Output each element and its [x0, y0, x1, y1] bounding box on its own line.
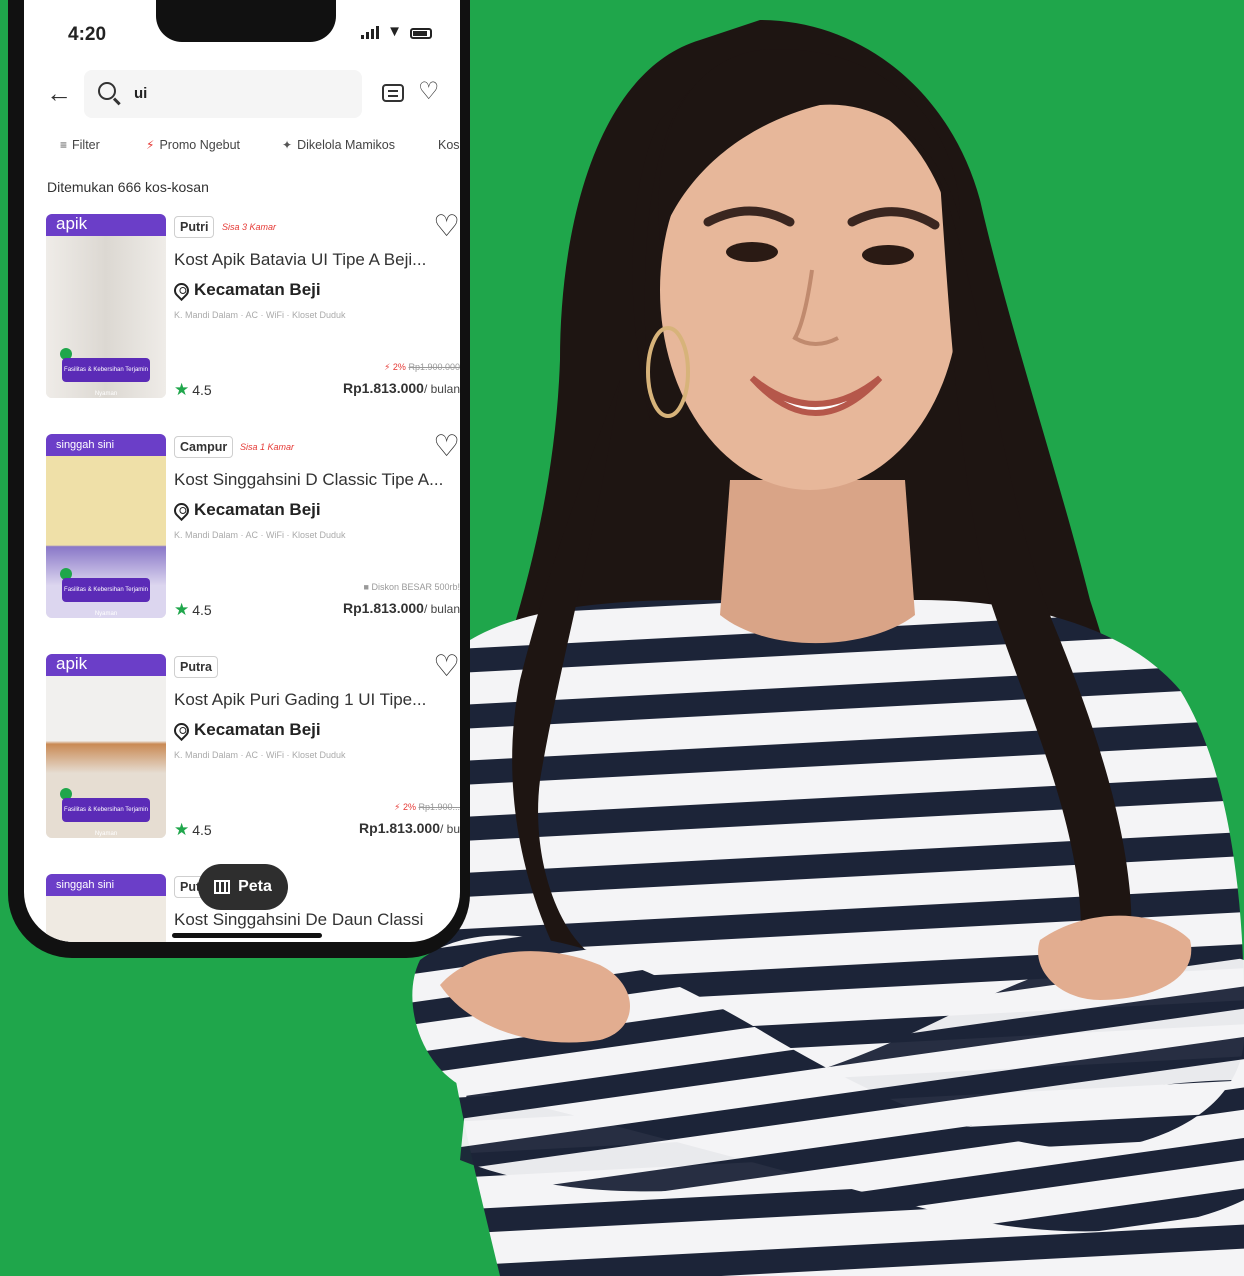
brand-badge: apik — [46, 214, 166, 236]
lightning-icon: ⚡ — [146, 138, 155, 152]
home-indicator — [172, 933, 322, 938]
heart-icon[interactable]: ♡ — [433, 212, 460, 242]
brand-badge: apik — [46, 654, 166, 676]
location-pin-icon — [170, 719, 193, 741]
listing-photo: singgah sini Fasilitas & Kebersihan Terj… — [46, 434, 166, 618]
listing-title: Kost Apik Batavia UI Tipe A Beji... — [174, 250, 427, 269]
listing-photo: singgah sini — [46, 874, 166, 942]
map-icon — [214, 880, 231, 894]
signal-icon — [361, 26, 380, 39]
chip-label: Promo Ngebut — [159, 138, 241, 152]
promo-info: ⚡ 2% Rp1.900.000 — [384, 362, 460, 372]
chip-dikelola-mamikos[interactable]: ✦ Dikelola Mamikos — [282, 138, 395, 152]
chip-label: Filter — [72, 138, 100, 152]
map-button[interactable]: Peta — [198, 864, 288, 910]
chip-label: Kos — [438, 138, 460, 152]
guarantee-badge: Fasilitas & Kebersihan Terjamin Nyaman — [62, 578, 150, 617]
map-button-label: Peta — [238, 878, 272, 895]
listing-card[interactable]: singgah sini Fasilitas & Kebersihan Terj… — [46, 432, 460, 620]
search-value: ui — [134, 85, 148, 102]
chip-filter[interactable]: ≡ Filter — [60, 138, 100, 152]
filter-icon: ≡ — [60, 138, 68, 152]
brand-badge: singgah sini — [46, 874, 166, 896]
wifi-icon: ▼ — [387, 23, 402, 40]
filter-chips: ≡ Filter ⚡ Promo Ngebut ✦ Dikelola Mamik… — [24, 138, 460, 164]
listing-title: Kost Singgahsini De Daun Classi — [174, 910, 424, 929]
listing-price: Rp1.813.000/ bu — [359, 820, 460, 836]
listing-title: Kost Apik Puri Gading 1 UI Tipe... — [174, 690, 427, 709]
listing-facilities: K. Mandi Dalam · AC · WiFi · Kloset Dudu… — [174, 310, 346, 320]
listing-location: Kecamatan Beji — [170, 279, 321, 301]
heart-icon[interactable]: ♡ — [433, 432, 460, 462]
location-pin-icon — [170, 499, 193, 521]
listing-photo: apik Fasilitas & Kebersihan Terjamin Nya… — [46, 214, 166, 398]
battery-icon — [410, 28, 432, 39]
guarantee-badge: Fasilitas & Kebersihan Terjamin Nyaman — [62, 358, 150, 397]
status-time: 4:20 — [68, 24, 107, 45]
listing-location: Kecamatan Beji — [170, 499, 321, 521]
phone-frame: 4:20 ▼ ← ui ♡ ≡ Filter ⚡ Promo Ngebut ✦ … — [8, 0, 470, 958]
listing-location: Kecamatan Beji — [170, 719, 321, 741]
search-input[interactable]: ui — [84, 70, 362, 118]
chip-label: Dikelola Mamikos — [297, 138, 396, 152]
chat-icon[interactable] — [382, 84, 404, 102]
heart-icon[interactable]: ♡ — [433, 652, 460, 682]
listing-price: Rp1.813.000/ bulan — [343, 380, 460, 396]
search-bar: ← ui ♡ — [24, 70, 460, 118]
chip-promo-ngebut[interactable]: ⚡ Promo Ngebut — [146, 138, 240, 152]
gender-tag: Putra — [174, 656, 218, 678]
listing-card[interactable]: apik Fasilitas & Kebersihan Terjamin Nya… — [46, 212, 460, 400]
star-icon: ★ — [174, 820, 190, 839]
phone-screen: 4:20 ▼ ← ui ♡ ≡ Filter ⚡ Promo Ngebut ✦ … — [24, 0, 460, 942]
listing-facilities: K. Mandi Dalam · AC · WiFi · Kloset Dudu… — [174, 750, 346, 760]
listing-rating: ★ 4.5 — [174, 380, 212, 399]
listing-title: Kost Singgahsini D Classic Tipe A... — [174, 470, 444, 489]
listing-photo: apik Fasilitas & Kebersihan Terjamin Nya… — [46, 654, 166, 838]
chip-kos[interactable]: Kos — [438, 138, 460, 152]
listing-price: Rp1.813.000/ bulan — [343, 600, 460, 616]
promo-info: ■ Diskon BESAR 500rb! — [363, 582, 460, 592]
gender-tag: Campur — [174, 436, 234, 458]
listing-rating: ★ 4.5 — [174, 600, 212, 619]
sparkle-icon: ✦ — [282, 138, 293, 152]
camera-notch — [156, 0, 336, 42]
promo-info: ⚡ 2% Rp1.900... — [394, 802, 460, 812]
guarantee-badge: Fasilitas & Kebersihan Terjamin Nyaman — [62, 798, 150, 837]
location-pin-icon — [170, 279, 193, 301]
status-icons: ▼ — [361, 23, 432, 40]
favorite-heart-icon[interactable]: ♡ — [418, 80, 440, 104]
rooms-left: Sisa 1 Kamar — [240, 442, 295, 452]
star-icon: ★ — [174, 380, 190, 399]
listing-facilities: K. Mandi Dalam · AC · WiFi · Kloset Dudu… — [174, 530, 346, 540]
back-arrow-icon[interactable]: ← — [46, 80, 72, 106]
search-icon — [98, 82, 116, 100]
gender-tag: Putri — [174, 216, 215, 238]
listing-rating: ★ 4.5 — [174, 820, 212, 839]
brand-badge: singgah sini — [46, 434, 166, 456]
listing-card[interactable]: apik Fasilitas & Kebersihan Terjamin Nya… — [46, 652, 460, 840]
rooms-left: Sisa 3 Kamar — [222, 222, 277, 232]
result-count: Ditemukan 666 kos-kosan — [47, 179, 209, 195]
star-icon: ★ — [174, 600, 190, 619]
